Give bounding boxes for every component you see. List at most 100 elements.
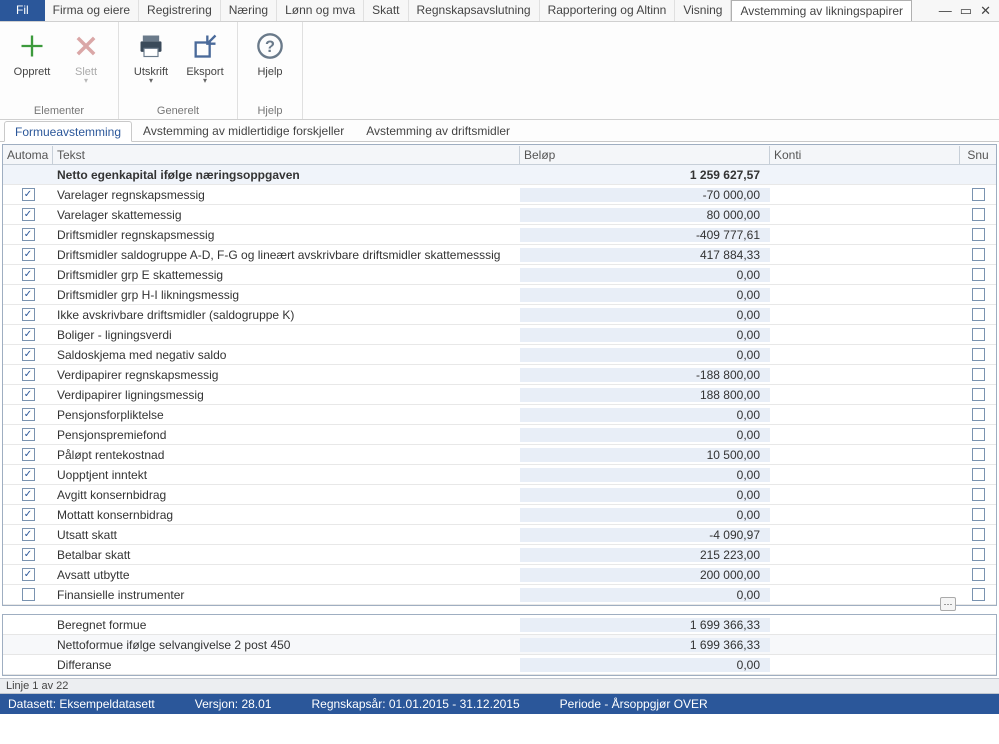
automa-checkbox[interactable] [22, 248, 35, 261]
table-row[interactable]: Avsatt utbytte200 000,00 [3, 565, 996, 585]
snu-checkbox[interactable] [972, 548, 985, 561]
col-header-tekst[interactable]: Tekst [53, 146, 520, 164]
snu-checkbox[interactable] [972, 388, 985, 401]
menu-item-2[interactable]: Næring [221, 0, 277, 21]
snu-checkbox[interactable] [972, 588, 985, 601]
subtab-2[interactable]: Avstemming av driftsmidler [355, 120, 521, 141]
table-row[interactable]: Varelager regnskapsmessig-70 000,00 [3, 185, 996, 205]
col-header-automa[interactable]: Automa [3, 146, 53, 164]
automa-checkbox[interactable] [22, 188, 35, 201]
table-row[interactable]: Ikke avskrivbare driftsmidler (saldogrup… [3, 305, 996, 325]
table-row[interactable]: Driftsmidler saldogruppe A-D, F-G og lin… [3, 245, 996, 265]
col-header-konti[interactable]: Konti [770, 146, 960, 164]
menu-item-6[interactable]: Rapportering og Altinn [540, 0, 676, 21]
menu-file[interactable]: Fil [0, 0, 45, 21]
automa-checkbox[interactable] [22, 508, 35, 521]
summary-label: Differanse [53, 658, 520, 672]
menu-item-0[interactable]: Firma og eiere [45, 0, 139, 21]
table-row[interactable]: Verdipapirer regnskapsmessig-188 800,00 [3, 365, 996, 385]
subtab-1[interactable]: Avstemming av midlertidige forskjeller [132, 120, 355, 141]
row-amount: 0,00 [520, 308, 770, 322]
table-row[interactable]: Pensjonsforpliktelse0,00 [3, 405, 996, 425]
automa-checkbox[interactable] [22, 308, 35, 321]
opprett-label: Opprett [14, 66, 51, 78]
snu-checkbox[interactable] [972, 508, 985, 521]
snu-checkbox[interactable] [972, 428, 985, 441]
restore-icon[interactable]: ▭ [960, 3, 972, 19]
automa-checkbox[interactable] [22, 468, 35, 481]
eksport-button[interactable]: Eksport▾ [179, 26, 231, 85]
snu-checkbox[interactable] [972, 308, 985, 321]
automa-checkbox[interactable] [22, 588, 35, 601]
snu-checkbox[interactable] [972, 228, 985, 241]
snu-checkbox[interactable] [972, 368, 985, 381]
minimize-icon[interactable]: — [939, 3, 952, 18]
snu-checkbox[interactable] [972, 208, 985, 221]
automa-checkbox[interactable] [22, 368, 35, 381]
table-row[interactable]: Verdipapirer ligningsmessig188 800,00 [3, 385, 996, 405]
automa-checkbox[interactable] [22, 228, 35, 241]
automa-checkbox[interactable] [22, 548, 35, 561]
automa-checkbox[interactable] [22, 388, 35, 401]
table-row[interactable]: Avgitt konsernbidrag0,00 [3, 485, 996, 505]
snu-checkbox[interactable] [972, 348, 985, 361]
subtab-0[interactable]: Formueavstemming [4, 121, 132, 142]
table-row[interactable]: Finansielle instrumenter0,00⋯ [3, 585, 996, 605]
row-amount: 80 000,00 [520, 208, 770, 222]
grid-header: Automa Tekst Beløp Konti Snu [3, 145, 996, 165]
automa-checkbox[interactable] [22, 488, 35, 501]
menu-item-5[interactable]: Regnskapsavslutning [409, 0, 540, 21]
menu-item-8[interactable]: Avstemming av likningspapirer [731, 0, 912, 21]
col-header-belop[interactable]: Beløp [520, 146, 770, 164]
row-amount: 0,00 [520, 268, 770, 282]
table-row[interactable]: Driftsmidler regnskapsmessig-409 777,61 [3, 225, 996, 245]
automa-checkbox[interactable] [22, 268, 35, 281]
row-text: Avsatt utbytte [53, 568, 520, 582]
menu-item-3[interactable]: Lønn og mva [277, 0, 364, 21]
automa-checkbox[interactable] [22, 288, 35, 301]
automa-checkbox[interactable] [22, 328, 35, 341]
snu-checkbox[interactable] [972, 448, 985, 461]
table-row[interactable]: Saldoskjema med negativ saldo0,00 [3, 345, 996, 365]
utskrift-button[interactable]: Utskrift▾ [125, 26, 177, 85]
snu-checkbox[interactable] [972, 408, 985, 421]
table-row[interactable]: Mottatt konsernbidrag0,00 [3, 505, 996, 525]
snu-checkbox[interactable] [972, 188, 985, 201]
snu-checkbox[interactable] [972, 468, 985, 481]
col-header-snu[interactable]: Snu [960, 146, 996, 164]
table-row[interactable]: Boliger - ligningsverdi0,00 [3, 325, 996, 345]
automa-checkbox[interactable] [22, 208, 35, 221]
close-icon[interactable]: ✕ [980, 3, 991, 19]
table-row[interactable]: Betalbar skatt215 223,00 [3, 545, 996, 565]
table-row[interactable]: Påløpt rentekostnad10 500,00 [3, 445, 996, 465]
menu-item-4[interactable]: Skatt [364, 0, 408, 21]
menu-item-1[interactable]: Registrering [139, 0, 221, 21]
table-row[interactable]: Varelager skattemessig80 000,00 [3, 205, 996, 225]
table-row[interactable]: Driftsmidler grp E skattemessig0,00 [3, 265, 996, 285]
automa-checkbox[interactable] [22, 408, 35, 421]
automa-checkbox[interactable] [22, 528, 35, 541]
opprett-button[interactable]: Opprett [6, 26, 58, 78]
snu-checkbox[interactable] [972, 568, 985, 581]
table-row[interactable]: Uopptjent inntekt0,00 [3, 465, 996, 485]
table-row[interactable]: Pensjonspremiefond0,00 [3, 425, 996, 445]
automa-checkbox[interactable] [22, 568, 35, 581]
snu-checkbox[interactable] [972, 268, 985, 281]
ellipsis-button[interactable]: ⋯ [940, 597, 956, 611]
ribbon: OpprettSlett▾ElementerUtskrift▾Eksport▾G… [0, 22, 999, 120]
snu-checkbox[interactable] [972, 528, 985, 541]
automa-checkbox[interactable] [22, 348, 35, 361]
hjelp-button[interactable]: ?Hjelp [244, 26, 296, 78]
table-row[interactable]: Netto egenkapital ifølge næringsoppgaven… [3, 165, 996, 185]
table-row[interactable]: Utsatt skatt-4 090,97 [3, 525, 996, 545]
snu-checkbox[interactable] [972, 488, 985, 501]
row-amount: -188 800,00 [520, 368, 770, 382]
automa-checkbox[interactable] [22, 448, 35, 461]
snu-checkbox[interactable] [972, 248, 985, 261]
automa-checkbox[interactable] [22, 428, 35, 441]
snu-checkbox[interactable] [972, 328, 985, 341]
menu-item-7[interactable]: Visning [675, 0, 731, 21]
table-row[interactable]: Driftsmidler grp H-I likningsmessig0,00 [3, 285, 996, 305]
snu-checkbox[interactable] [972, 288, 985, 301]
row-amount: 0,00 [520, 488, 770, 502]
